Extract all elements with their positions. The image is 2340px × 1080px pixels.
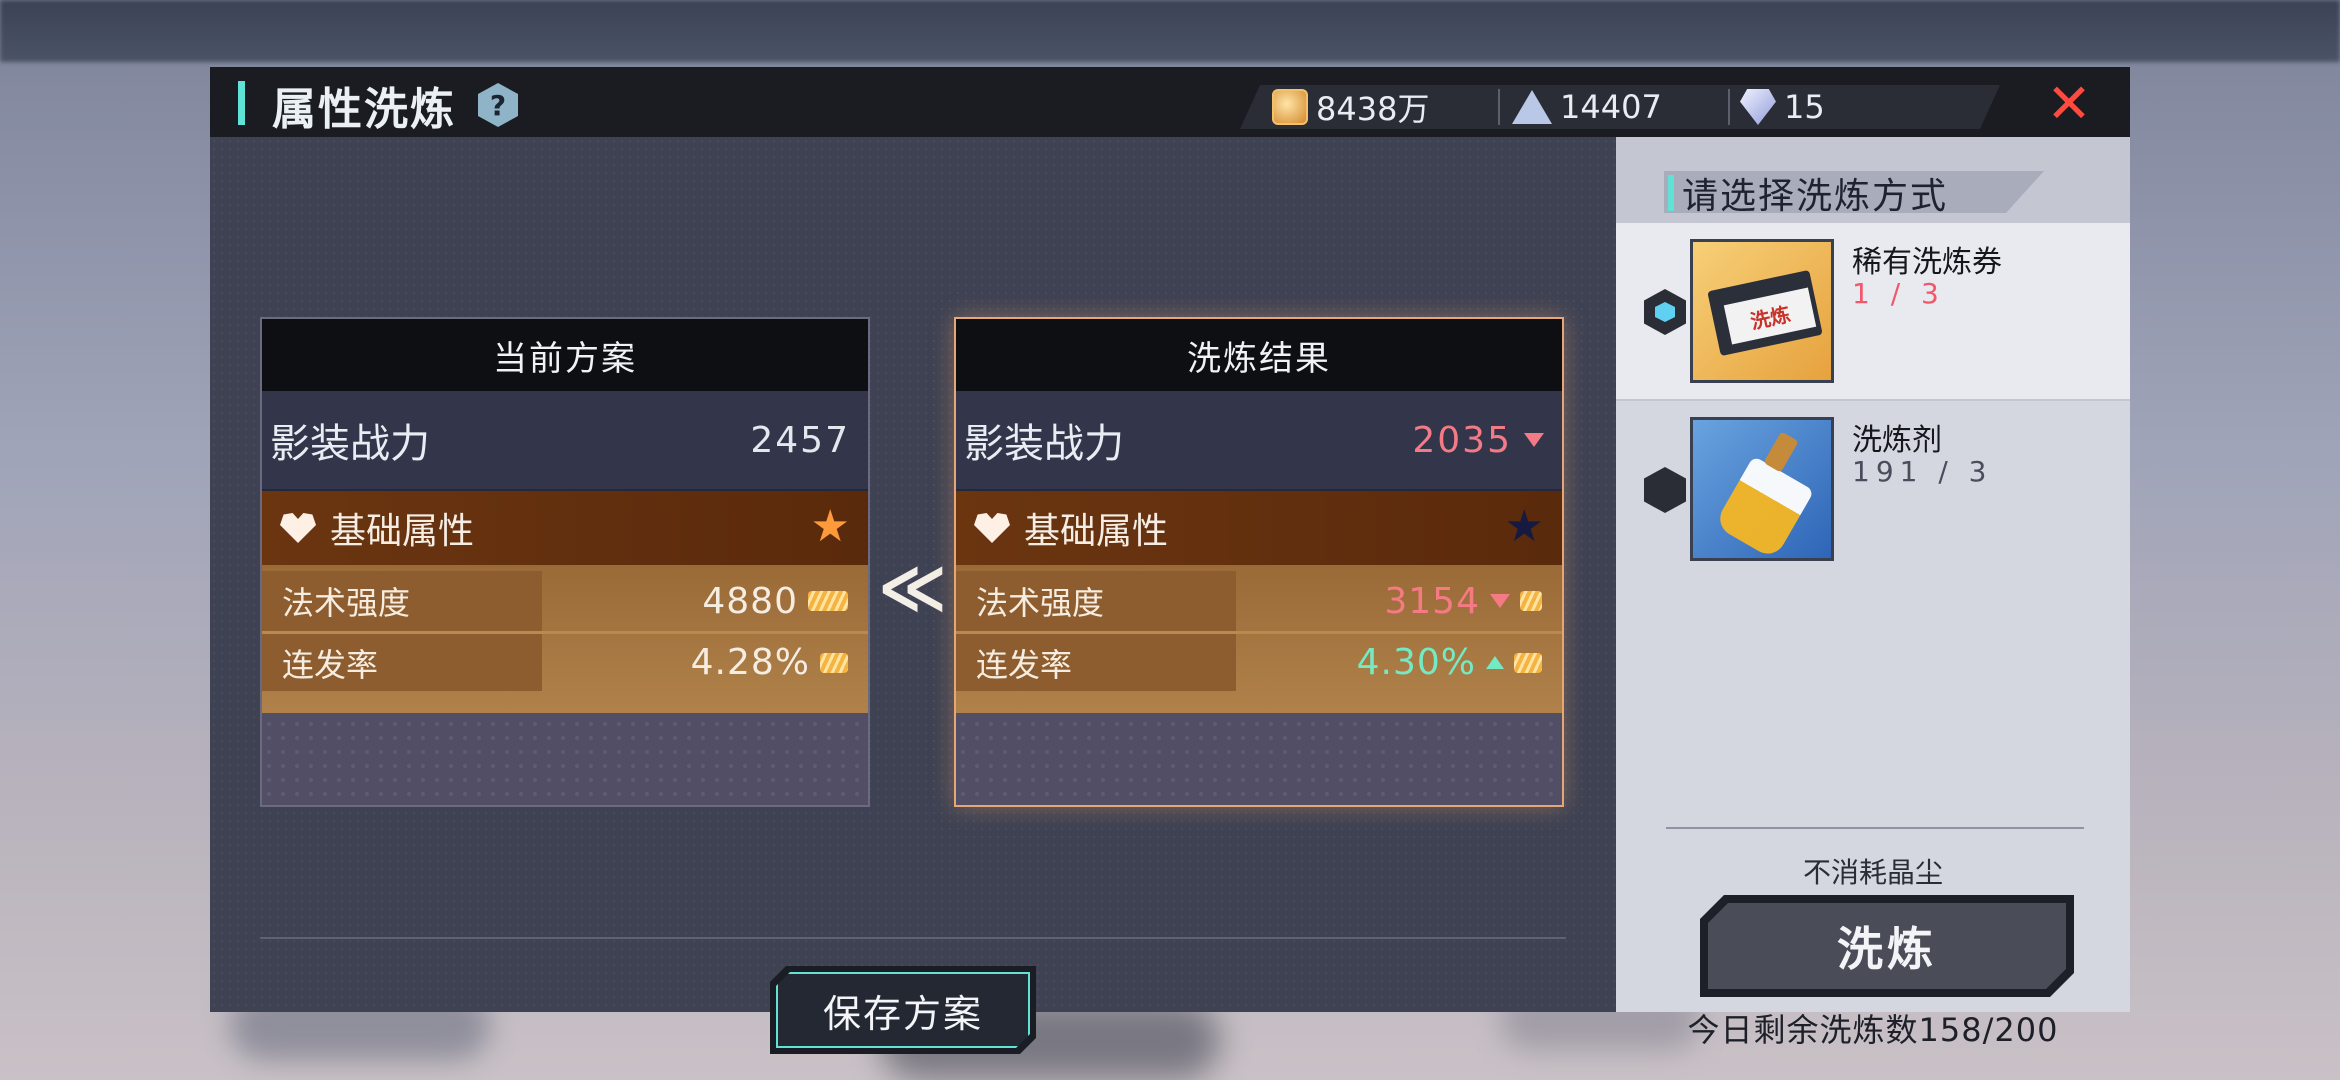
diamond-icon [1740, 89, 1776, 125]
stat-name: 连发率 [262, 634, 542, 691]
power-value-text: 2457 [750, 419, 850, 461]
stat-name: 连发率 [956, 634, 1236, 691]
help-icon[interactable]: ? [478, 83, 518, 127]
save-plan-button[interactable]: 保存方案 [770, 966, 1036, 1054]
card-footer [262, 717, 868, 805]
stat-row: 法术强度 3154 [956, 571, 1562, 631]
stat-value-text: 3154 [1384, 580, 1480, 622]
stat-row: 连发率 4.28% [262, 631, 868, 691]
stat-value-text: 4.28% [690, 642, 810, 683]
stat-value: 3154 [1236, 581, 1562, 622]
stat-value: 4.30% [1236, 642, 1562, 683]
gold-coin-icon [1272, 89, 1308, 125]
base-attribute-header: 基础属性 ★ [956, 491, 1562, 565]
stat-list: 法术强度 3154 连发率 4.30% [956, 565, 1562, 713]
save-plan-label: 保存方案 [776, 972, 1030, 1048]
stat-value-text: 4.30% [1356, 642, 1476, 683]
currency-crystal: 14407 [1512, 87, 1662, 127]
stat-value: 4.28% [542, 642, 868, 683]
star-icon: ★ [810, 501, 850, 552]
method-option-rare-ticket[interactable]: 洗炼 稀有洗炼券 1 / 3 [1616, 223, 2130, 399]
refine-result-title: 洗炼结果 [956, 319, 1562, 391]
crystal-tower-icon [1512, 90, 1552, 124]
heart-icon [280, 513, 316, 543]
stat-value: 4880 [542, 581, 868, 622]
star-icon: ★ [1504, 501, 1544, 552]
refine-method-panel: 请选择洗炼方式 洗炼 稀有洗炼券 1 / 3 洗炼剂 191 / 3 不消耗晶尘… [1616, 137, 2130, 1049]
refine-attribute-window: 属性洗炼 ? 8438万 14407 15 ✕ 当前方案 影装战力 2457 基… [210, 67, 2130, 1012]
power-label: 影装战力 [270, 421, 430, 467]
stat-row: 连发率 4.30% [956, 631, 1562, 691]
method-panel-header: 请选择洗炼方式 [1616, 137, 2130, 223]
stat-name: 法术强度 [956, 571, 1236, 631]
title-accent-bar [1668, 175, 1674, 211]
grade-bar-icon [820, 652, 848, 673]
stat-value-text: 4880 [702, 580, 798, 622]
base-attribute-title: 基础属性 [330, 511, 475, 552]
window-header: 属性洗炼 ? 8438万 14407 15 ✕ [210, 67, 2130, 137]
remaining-refines: 今日剩余洗炼数158/200 [1687, 1011, 2059, 1049]
power-label: 影装战力 [964, 421, 1124, 467]
currency-crystal-value: 14407 [1560, 88, 1662, 126]
heart-icon [974, 513, 1010, 543]
method-panel-title: 请选择洗炼方式 [1682, 176, 1949, 217]
currency-gold-value: 8438万 [1316, 90, 1430, 128]
transfer-arrow-icon: ≪ [878, 549, 947, 626]
decrease-arrow-icon [1524, 433, 1544, 447]
refine-button-label: 洗炼 [1708, 903, 2066, 989]
currency-gold: 8438万 [1272, 87, 1430, 128]
stat-row: 法术强度 4880 [262, 571, 868, 631]
increase-arrow-icon [1486, 656, 1504, 669]
current-plan-title: 当前方案 [262, 319, 868, 391]
background-topbar [0, 0, 2340, 62]
refine-button[interactable]: 洗炼 [1700, 895, 2074, 997]
refine-potion-icon [1690, 417, 1834, 561]
grade-bar-icon [808, 591, 848, 611]
currency-diamond-value: 15 [1784, 88, 1825, 126]
base-attribute-title: 基础属性 [1024, 511, 1169, 552]
power-value: 2035 [1412, 420, 1544, 461]
close-icon[interactable]: ✕ [2044, 77, 2094, 131]
base-attribute-header: 基础属性 ★ [262, 491, 868, 565]
refine-content-area: 当前方案 影装战力 2457 基础属性 ★ 法术强度 4880 连发率 4.28… [210, 137, 1616, 1012]
panel-divider [1666, 827, 2084, 829]
radio-selected-icon[interactable] [1644, 289, 1686, 335]
window-title: 属性洗炼 [272, 84, 456, 135]
power-value: 2457 [750, 420, 850, 461]
power-row: 影装战力 2457 [262, 391, 868, 491]
refine-result-card: 洗炼结果 影装战力 2035 基础属性 ★ 法术强度 3154 连发率 4.30… [954, 317, 1564, 807]
item-name: 稀有洗炼券 [1852, 245, 2002, 280]
currency-divider [1728, 89, 1730, 125]
radio-unselected-icon[interactable] [1644, 467, 1686, 513]
method-option-potion[interactable]: 洗炼剂 191 / 3 [1616, 399, 2130, 575]
current-plan-card: 当前方案 影装战力 2457 基础属性 ★ 法术强度 4880 连发率 4.28… [260, 317, 870, 807]
refine-ticket-icon: 洗炼 [1690, 239, 1834, 383]
cost-note: 不消耗晶尘 [1802, 856, 1943, 889]
stat-list: 法术强度 4880 连发率 4.28% [262, 565, 868, 713]
item-count: 1 / 3 [1852, 277, 1945, 310]
grade-bar-icon [1514, 652, 1542, 673]
card-footer [956, 717, 1562, 805]
section-divider [260, 937, 1566, 939]
currency-divider [1498, 89, 1500, 125]
stat-name: 法术强度 [262, 571, 542, 631]
title-accent-bar [238, 81, 245, 125]
decrease-arrow-icon [1490, 594, 1510, 608]
power-value-text: 2035 [1412, 419, 1512, 461]
flask-shape [1713, 455, 1815, 561]
item-name: 洗炼剂 [1852, 423, 1942, 458]
grade-bar-icon [1520, 591, 1542, 611]
currency-diamond: 15 [1740, 87, 1825, 127]
radio-dot-icon [1655, 302, 1675, 322]
item-count: 191 / 3 [1852, 455, 1993, 488]
power-row: 影装战力 2035 [956, 391, 1562, 491]
